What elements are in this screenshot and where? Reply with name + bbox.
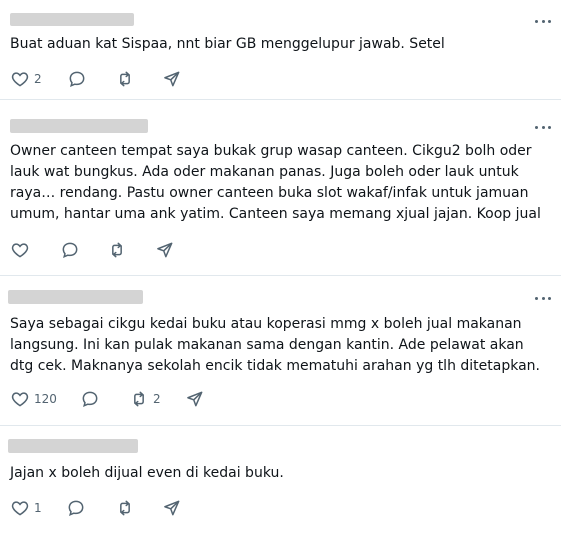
like-count: 120 xyxy=(34,392,57,406)
reply-text: Jajan x boleh dijual even di kedai buku. xyxy=(10,465,284,481)
like-count: 2 xyxy=(34,72,42,86)
repost-arrows-icon xyxy=(120,500,130,516)
repost-arrows-icon xyxy=(112,242,122,258)
like-count: 1 xyxy=(34,501,42,515)
reply-card[interactable]: Jajan x boleh dijual even di kedai buku.… xyxy=(0,426,561,534)
send-icon xyxy=(164,71,180,87)
speech-bubble-icon xyxy=(69,71,85,87)
redacted-username xyxy=(10,119,148,133)
send-icon xyxy=(157,242,173,258)
heart-icon xyxy=(11,392,29,407)
repost-button[interactable] xyxy=(115,496,135,520)
repost-arrows-icon xyxy=(120,71,130,87)
more-dots-icon[interactable] xyxy=(535,18,551,24)
like-button[interactable]: 120 xyxy=(10,387,57,411)
share-button[interactable] xyxy=(162,496,182,520)
reply-card[interactable]: Buat aduan kat Sispaa, nnt biar GB mengg… xyxy=(0,0,561,100)
reply-card[interactable]: Saya sebagai cikgu kedai buku atau koper… xyxy=(0,276,561,426)
speech-bubble-icon xyxy=(68,500,84,516)
repost-button[interactable] xyxy=(107,238,127,262)
redacted-username xyxy=(8,439,138,453)
share-button[interactable] xyxy=(155,238,175,262)
like-button[interactable]: 1 xyxy=(10,496,42,520)
heart-icon xyxy=(11,501,29,516)
like-button[interactable]: 2 xyxy=(10,67,42,91)
repost-count: 2 xyxy=(153,392,161,406)
repost-button[interactable]: 2 xyxy=(129,387,161,411)
reply-card[interactable]: Owner canteen tempat saya bukak grup was… xyxy=(0,100,561,276)
comment-button[interactable] xyxy=(60,238,80,262)
send-icon xyxy=(164,500,180,516)
reply-text: Owner canteen tempat saya bukak grup was… xyxy=(10,143,541,222)
like-button[interactable] xyxy=(10,238,34,262)
heart-icon xyxy=(11,72,29,87)
redacted-username xyxy=(8,290,143,304)
repost-arrows-icon xyxy=(134,391,144,407)
comment-button[interactable] xyxy=(67,67,87,91)
speech-bubble-icon xyxy=(82,391,98,407)
comment-button[interactable] xyxy=(80,387,100,411)
repost-button[interactable] xyxy=(115,67,135,91)
speech-bubble-icon xyxy=(62,242,78,258)
redacted-username xyxy=(10,13,134,26)
send-icon xyxy=(187,391,203,407)
share-button[interactable] xyxy=(185,387,205,411)
more-dots-icon[interactable] xyxy=(535,295,551,301)
reply-text: Saya sebagai cikgu kedai buku atau koper… xyxy=(10,316,540,374)
more-dots-icon[interactable] xyxy=(535,124,551,130)
heart-icon xyxy=(11,243,29,258)
reply-text: Buat aduan kat Sispaa, nnt biar GB mengg… xyxy=(10,36,445,52)
comment-button[interactable] xyxy=(66,496,86,520)
share-button[interactable] xyxy=(162,67,182,91)
